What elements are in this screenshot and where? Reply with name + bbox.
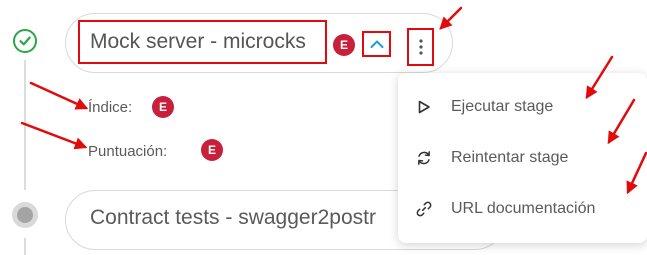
play-icon [414, 97, 434, 117]
timeline-line [24, 60, 26, 190]
annotation-arrow [20, 121, 88, 150]
menu-item-label: URL documentación [451, 200, 596, 217]
collapse-button[interactable] [362, 31, 391, 57]
menu-item-reintentar-stage[interactable]: Reintentar stage [398, 138, 647, 178]
timeline-line [24, 238, 26, 255]
menu-item-label: Reintentar stage [451, 149, 569, 166]
more-options-button[interactable] [407, 28, 434, 66]
status-badge: E [333, 34, 355, 56]
link-icon [414, 199, 434, 219]
stage-title: Contract tests - swagger2postr [90, 206, 376, 229]
menu-item-ejecutar-stage[interactable]: Ejecutar stage [398, 87, 647, 127]
success-check-icon [13, 29, 37, 53]
detail-label-indice: Índice: [88, 99, 133, 116]
kebab-menu-icon [418, 39, 423, 55]
stage-title-text: Mock server - microcks [90, 30, 306, 53]
refresh-icon [414, 148, 434, 168]
annotation-arrow [29, 81, 89, 110]
chevron-up-icon [370, 40, 383, 48]
menu-item-url-documentacion[interactable]: URL documentación [398, 189, 647, 229]
status-badge: E [152, 96, 174, 118]
menu-item-label: Ejecutar stage [451, 98, 554, 115]
status-badge: E [201, 139, 223, 161]
detail-label-puntuacion: Puntuación: [88, 143, 168, 160]
stage-actions-menu: Ejecutar stage Reintentar stage URL docu… [398, 73, 647, 243]
stage-title: Mock server - microcks [78, 20, 327, 64]
pending-status-icon [12, 202, 38, 228]
